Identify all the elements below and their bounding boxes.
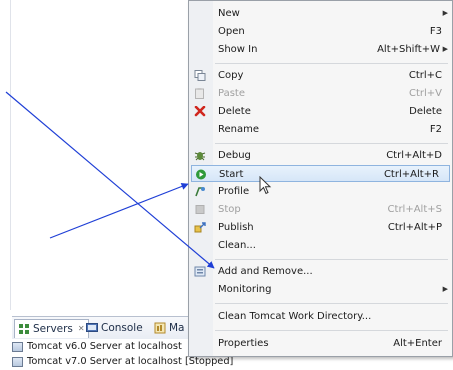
menu-item-shortcut: Ctrl+C [408,70,442,81]
debug-icon [194,150,206,161]
stop-icon [194,204,206,215]
submenu-arrow-icon: ▶ [442,45,448,53]
start-icon [195,169,207,180]
submenu-arrow-icon: ▶ [442,285,448,293]
menu-item-open[interactable]: Open F3 [189,23,452,40]
menu-item-shortcut: Ctrl+Alt+D [386,150,442,161]
menu-item-label: Properties [218,338,269,349]
menu-item-shortcut: Ctrl+V [408,88,442,99]
menu-item-rename[interactable]: Rename F2 [189,121,452,138]
menu-separator [215,303,448,304]
server-row-tomcat7[interactable]: Tomcat v7.0 Server at localhost [Stopped… [12,355,233,369]
console-icon [86,322,98,334]
menu-item-shortcut: Delete [409,106,442,117]
publish-icon [194,222,206,233]
menu-item-shortcut: Alt+Shift+W [377,44,440,55]
profile-icon [194,186,206,197]
menu-item-shortcut: Ctrl+Alt+R [383,169,439,180]
menu-item-label: Show In [218,44,258,55]
menu-item-properties[interactable]: Properties Alt+Enter [189,335,452,352]
menu-item-paste[interactable]: Paste Ctrl+V [189,85,452,102]
menu-item-label: Publish [218,222,254,233]
menu-item-shortcut: Ctrl+Alt+S [387,204,442,215]
menu-item-show-in[interactable]: Show In Alt+Shift+W ▶ [189,41,452,58]
menu-item-shortcut: Alt+Enter [393,338,442,349]
menu-item-label: Debug [218,150,251,161]
menu-item-label: Open [218,26,245,37]
menu-separator [215,259,448,260]
menu-item-clean[interactable]: Clean... [189,237,452,254]
menu-item-label: Clean... [218,240,256,251]
menu-item-add-and-remove[interactable]: Add and Remove... [189,263,452,280]
menu-separator [215,143,448,144]
server-row-tomcat6[interactable]: Tomcat v6.0 Server at localhost [12,340,182,354]
tab-servers-label: Servers [33,323,73,335]
tab-console[interactable]: Console [86,320,143,336]
delete-icon [194,105,206,117]
menu-item-monitoring[interactable]: Monitoring ▶ [189,281,452,298]
menu-item-copy[interactable]: Copy Ctrl+C [189,67,452,84]
menu-item-label: Start [219,169,244,180]
server-row-label: Tomcat v7.0 Server at localhost [Stopped… [27,356,234,367]
menu-item-profile[interactable]: Profile [189,183,452,200]
editor-divider [10,0,11,310]
server-row-label: Tomcat v6.0 Server at localhost [27,341,182,352]
menu-item-shortcut: F3 [429,26,442,37]
menu-item-label: Monitoring [218,284,272,295]
close-icon[interactable]: ✕ [78,321,85,337]
copy-icon [194,70,206,81]
menu-item-label: Copy [218,70,244,81]
menu-item-delete[interactable]: Delete Delete [189,103,452,120]
context-menu: New ▶ Open F3 Show In Alt+Shift+W ▶ Copy… [188,0,453,357]
markers-icon [154,322,166,334]
menu-item-shortcut: Ctrl+Alt+P [387,222,442,233]
servers-view-tabbar: Servers ✕ Console Ma [12,316,202,340]
menu-item-debug[interactable]: Debug Ctrl+Alt+D [189,147,452,164]
servers-icon [18,323,30,335]
paste-icon [194,88,206,99]
submenu-arrow-icon: ▶ [442,9,448,17]
menu-separator [215,330,448,331]
menu-item-label: Stop [218,204,241,215]
menu-item-label: Profile [218,186,250,197]
menu-separator [215,63,448,64]
menu-item-label: Clean Tomcat Work Directory... [218,311,372,322]
menu-item-publish[interactable]: Publish Ctrl+Alt+P [189,219,452,236]
menu-item-label: New [218,8,240,19]
server-icon [12,342,23,352]
tab-console-label: Console [101,322,143,334]
menu-item-label: Delete [218,106,251,117]
menu-item-label: Rename [218,124,260,135]
menu-item-start[interactable]: Start Ctrl+Alt+R [191,165,450,182]
menu-item-clean-work-directory[interactable]: Clean Tomcat Work Directory... [189,308,452,325]
menu-item-shortcut: F2 [429,124,442,135]
tab-markers-label: Ma [169,322,185,334]
add-remove-icon [194,266,206,277]
server-icon [12,357,23,367]
mouse-pointer-icon [259,175,273,200]
menu-item-stop[interactable]: Stop Ctrl+Alt+S [189,201,452,218]
menu-item-new[interactable]: New ▶ [189,5,452,22]
tab-markers[interactable]: Ma [154,320,185,336]
menu-item-label: Paste [218,88,245,99]
tab-servers[interactable]: Servers ✕ [14,319,89,338]
menu-item-label: Add and Remove... [218,266,313,277]
